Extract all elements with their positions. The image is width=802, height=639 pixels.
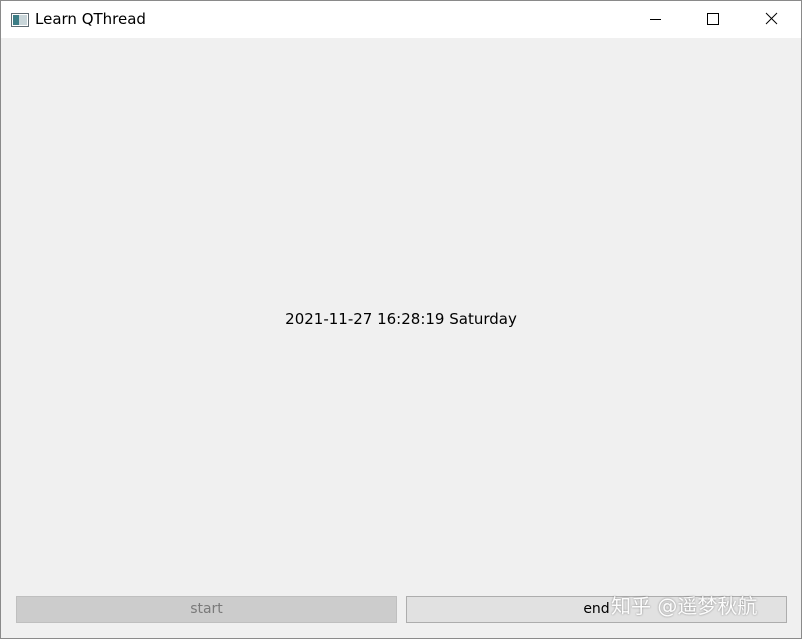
window-title: Learn QThread — [35, 10, 146, 28]
title-bar[interactable]: Learn QThread — [1, 1, 801, 38]
app-window-icon — [11, 12, 29, 27]
close-icon — [765, 12, 778, 25]
maximize-button[interactable] — [684, 1, 742, 38]
start-button[interactable]: start — [16, 596, 397, 623]
minimize-icon — [650, 19, 661, 20]
zhihu-watermark: 知乎 @遥梦秋航 — [611, 594, 758, 618]
close-button[interactable] — [743, 1, 801, 38]
datetime-label: 2021-11-27 16:28:19 Saturday — [285, 310, 517, 328]
maximize-icon — [707, 13, 719, 25]
minimize-button[interactable] — [626, 1, 684, 38]
app-window: Learn QThread 2021-11-27 16:28:19 Saturd… — [0, 0, 802, 639]
